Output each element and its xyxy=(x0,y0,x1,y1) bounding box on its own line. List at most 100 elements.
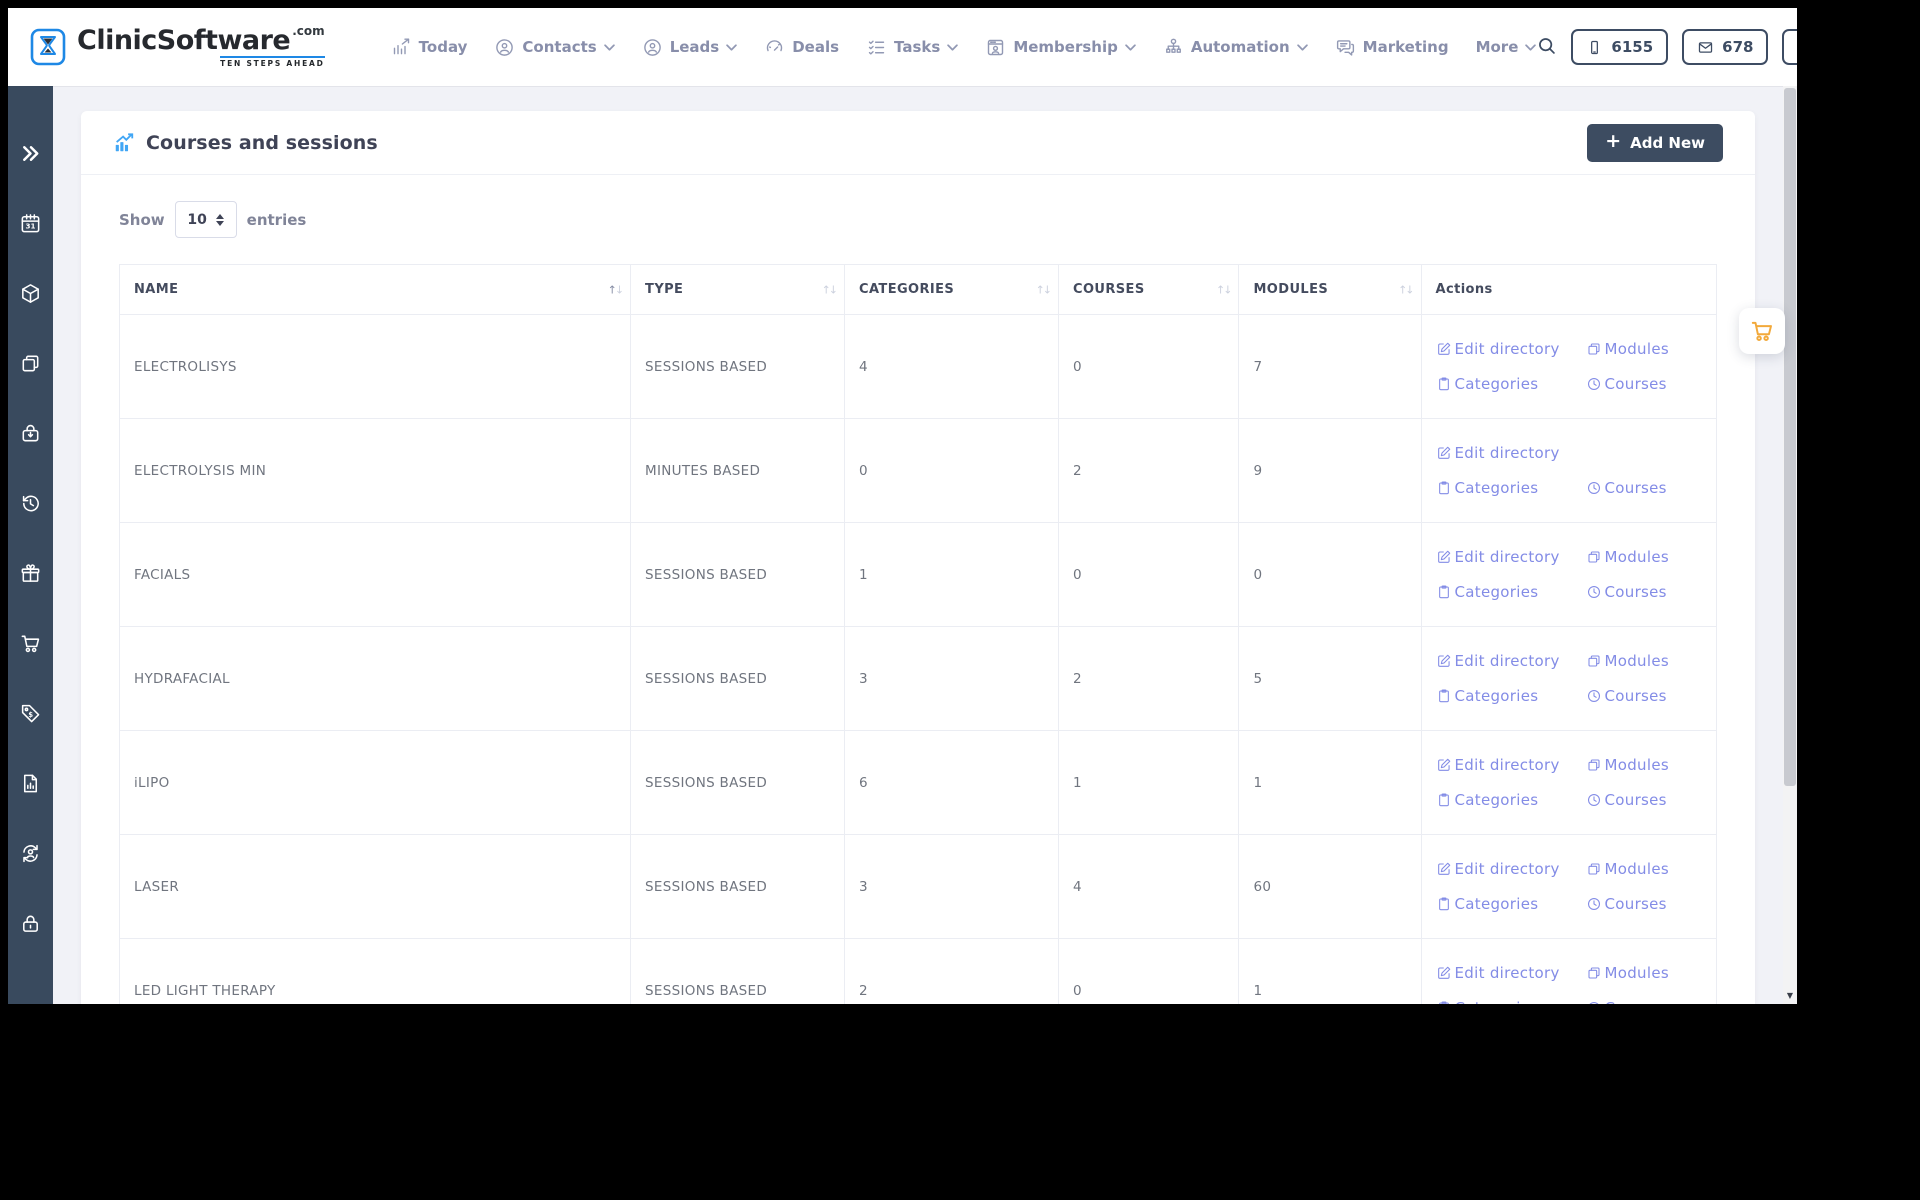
sort-icon[interactable]: ↑↓ xyxy=(1036,283,1053,296)
edit-icon xyxy=(1436,549,1452,565)
edit-icon xyxy=(1436,341,1452,357)
chart-icon xyxy=(113,132,135,154)
sidebar-item-history[interactable] xyxy=(19,492,43,514)
sidebar-item-duplicates[interactable] xyxy=(19,352,43,374)
sidebar-item-products[interactable] xyxy=(19,282,43,304)
nav-item-tasks[interactable]: Tasks xyxy=(866,37,958,58)
cell-type: MINUTES BASED xyxy=(630,418,846,523)
categories-link[interactable]: Categories xyxy=(1436,687,1586,705)
top-navbar: ClinicSoftware .com TEN STEPS AHEAD Toda… xyxy=(8,8,1797,86)
categories-link[interactable]: Categories xyxy=(1436,895,1586,913)
nav-item-marketing[interactable]: Marketing xyxy=(1335,37,1449,58)
edit-icon xyxy=(1436,653,1452,669)
sort-icon[interactable]: ↑↓ xyxy=(608,283,625,296)
courses-table: NAME ↑↓ TYPE ↑↓ CATEGORIES ↑↓ COURSES ↑↓ MOD… xyxy=(118,264,1718,1004)
edit-directory-link[interactable]: Edit directory xyxy=(1436,964,1586,982)
modules-link[interactable]: Modules xyxy=(1586,756,1716,774)
sidebar-item-expand[interactable] xyxy=(19,142,43,164)
calls-counter-badge[interactable]: 6155 xyxy=(1571,29,1669,65)
edit-directory-link[interactable]: Edit directory xyxy=(1436,444,1586,462)
column-header-courses[interactable]: COURSES ↑↓ xyxy=(1058,264,1240,315)
cell-modules: 5 xyxy=(1238,626,1422,731)
plus-icon: + xyxy=(1605,130,1622,152)
automation-icon xyxy=(1163,37,1184,58)
courses-link[interactable]: Courses xyxy=(1586,687,1716,705)
nav-item-membership[interactable]: Membership xyxy=(985,37,1136,58)
clipboard-icon xyxy=(1436,792,1452,808)
modules-link[interactable]: Modules xyxy=(1586,860,1716,878)
modules-link[interactable]: Modules xyxy=(1586,340,1716,358)
cell-categories: 4 xyxy=(844,314,1060,419)
edit-directory-link[interactable]: Edit directory xyxy=(1436,548,1586,566)
scrollbar-thumb[interactable] xyxy=(1784,88,1796,786)
sort-icon[interactable]: ↑↓ xyxy=(1216,283,1233,296)
nav-item-label: Automation xyxy=(1190,38,1290,56)
emails-counter-badge[interactable]: 678 xyxy=(1682,29,1769,65)
cart-icon xyxy=(1749,318,1775,344)
modules-link[interactable]: Modules xyxy=(1586,652,1716,670)
column-header-type[interactable]: TYPE ↑↓ xyxy=(630,264,846,315)
clinicsoftware-logo[interactable]: ClinicSoftware .com TEN STEPS AHEAD xyxy=(28,23,325,68)
nav-item-today[interactable]: Today xyxy=(391,37,467,58)
sort-icon[interactable]: ↑↓ xyxy=(1398,283,1415,296)
edit-directory-link[interactable]: Edit directory xyxy=(1436,652,1586,670)
courses-link[interactable]: Courses xyxy=(1586,479,1716,497)
sidebar-item-pricing[interactable] xyxy=(19,702,43,724)
sidebar-item-reports[interactable] xyxy=(19,772,43,794)
brand-tld: .com xyxy=(292,23,325,38)
sidebar-item-gifts[interactable] xyxy=(19,562,43,584)
tasks-counter-badge[interactable]: 41 xyxy=(1782,29,1797,65)
report-icon xyxy=(19,772,42,795)
nav-item-automation[interactable]: Automation xyxy=(1163,37,1308,58)
cell-courses: 4 xyxy=(1058,834,1240,939)
cell-courses: 0 xyxy=(1058,522,1240,627)
categories-link[interactable]: Categories xyxy=(1436,375,1586,393)
sidebar-item-shop[interactable] xyxy=(19,632,43,654)
column-header-modules[interactable]: MODULES ↑↓ xyxy=(1238,264,1422,315)
cell-type: SESSIONS BASED xyxy=(630,834,846,939)
cell-categories: 1 xyxy=(844,522,1060,627)
courses-link[interactable]: Courses xyxy=(1586,791,1716,809)
edit-directory-link[interactable]: Edit directory xyxy=(1436,756,1586,774)
sidebar-item-calendar[interactable] xyxy=(19,212,43,234)
page-size-select[interactable]: 10 xyxy=(174,201,237,238)
categories-link[interactable]: Categories xyxy=(1436,999,1586,1004)
cart-shortcut-button[interactable] xyxy=(1739,308,1785,354)
clipboard-icon xyxy=(1436,896,1452,912)
categories-link[interactable]: Categories xyxy=(1436,479,1586,497)
add-new-button[interactable]: + Add New xyxy=(1587,123,1723,162)
edit-icon xyxy=(1436,861,1452,877)
sidebar-item-security[interactable] xyxy=(19,912,43,934)
search-button[interactable] xyxy=(1536,35,1557,60)
edit-directory-link[interactable]: Edit directory xyxy=(1436,340,1586,358)
courses-link[interactable]: Courses xyxy=(1586,375,1716,393)
brand-name: ClinicSoftware xyxy=(77,24,291,56)
sidebar-item-orders[interactable] xyxy=(19,422,43,444)
edit-directory-link[interactable]: Edit directory xyxy=(1436,860,1586,878)
nav-item-leads[interactable]: Leads xyxy=(642,37,738,58)
courses-link[interactable]: Courses xyxy=(1586,583,1716,601)
categories-link[interactable]: Categories xyxy=(1436,583,1586,601)
categories-link[interactable]: Categories xyxy=(1436,791,1586,809)
nav-item-label: Contacts xyxy=(522,38,597,56)
nav-item-contacts[interactable]: Contacts xyxy=(494,37,614,58)
table-row: LED LIGHT THERAPY SESSIONS BASED 2 0 1 E… xyxy=(118,938,1718,1004)
modules-link[interactable]: Modules xyxy=(1586,548,1716,566)
courses-link[interactable]: Courses xyxy=(1586,999,1716,1004)
column-header-name[interactable]: NAME ↑↓ xyxy=(118,264,632,315)
courses-link[interactable]: Courses xyxy=(1586,895,1716,913)
sidebar-item-clients[interactable] xyxy=(19,842,43,864)
stepper-icon xyxy=(215,213,224,226)
column-header-categories[interactable]: CATEGORIES ↑↓ xyxy=(844,264,1060,315)
sort-icon[interactable]: ↑↓ xyxy=(822,283,839,296)
cell-categories: 2 xyxy=(844,938,1060,1004)
contacts-icon xyxy=(494,37,515,58)
hourglass-logo-icon xyxy=(28,27,68,67)
cell-courses: 1 xyxy=(1058,730,1240,835)
nav-item-label: Membership xyxy=(1013,38,1118,56)
scrollbar-down-arrow[interactable]: ▼ xyxy=(1783,987,1797,1004)
modules-link[interactable]: Modules xyxy=(1586,964,1716,982)
nav-item-more[interactable]: More xyxy=(1476,38,1537,56)
nav-item-deals[interactable]: Deals xyxy=(764,37,839,58)
cell-type: SESSIONS BASED xyxy=(630,522,846,627)
